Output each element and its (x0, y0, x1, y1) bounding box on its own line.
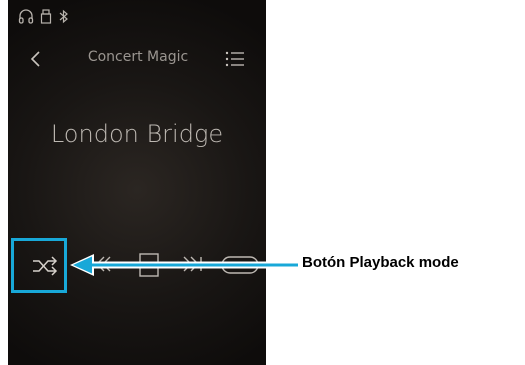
headphones-icon (18, 9, 34, 24)
previous-icon[interactable] (90, 252, 114, 276)
next-icon[interactable] (180, 252, 206, 276)
device-screen: Concert Magic London Bridge (8, 0, 266, 365)
playback-mode-highlight-box (11, 238, 67, 293)
usb-icon (40, 9, 52, 24)
status-bar (18, 8, 78, 28)
page-title: Concert Magic (87, 49, 189, 65)
header-bar: Concert Magic (8, 43, 266, 75)
stop-icon[interactable] (136, 251, 162, 279)
callout-label: Botón Playback mode (302, 254, 459, 271)
bluetooth-icon (59, 9, 68, 24)
chevron-left-icon[interactable] (25, 47, 47, 71)
loop-icon[interactable] (220, 254, 260, 276)
song-title: London Bridge (50, 120, 224, 148)
list-icon[interactable] (224, 49, 246, 69)
